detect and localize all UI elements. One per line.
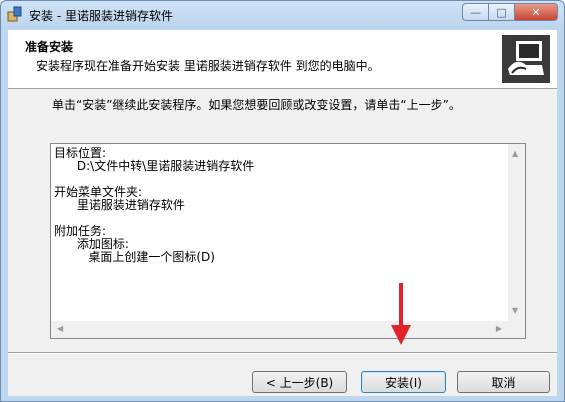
- install-button[interactable]: 安装(I): [361, 371, 446, 393]
- installer-box-icon: [7, 6, 23, 22]
- back-button[interactable]: < 上一步(B): [252, 371, 347, 393]
- vertical-scrollbar[interactable]: ▲ ▼: [508, 144, 525, 321]
- wizard-header: 准备安装 安装程序现在准备开始安装 里诺服装进销存软件 到您的电脑中。: [8, 30, 557, 89]
- window-controls: — □ ✕: [462, 3, 558, 23]
- minimize-button[interactable]: —: [462, 3, 489, 21]
- installer-window: 安装 - 里诺服装进销存软件 — □ ✕ 准备安装 安装程序现在准备开始安装 里…: [0, 0, 565, 402]
- page-subtitle: 安装程序现在准备开始安装 里诺服装进销存软件 到您的电脑中。: [36, 59, 380, 73]
- instruction-text: 单击“安装”继续此安装程序。如果您想要回顾或改变设置，请单击“上一步”。: [52, 98, 461, 112]
- window-title: 安装 - 里诺服装进销存软件: [29, 9, 173, 23]
- maximize-button[interactable]: □: [489, 3, 515, 21]
- cancel-button[interactable]: 取消: [457, 371, 550, 393]
- wizard-client-area: 准备安装 安装程序现在准备开始安装 里诺服装进销存软件 到您的电脑中。 单击“安…: [8, 30, 557, 396]
- footer-divider: [8, 352, 557, 354]
- install-summary-text: 目标位置: D:\文件中转\里诺服装进销存软件 开始菜单文件夹: 里诺服装进销存…: [54, 147, 255, 264]
- scroll-left-icon[interactable]: ◀: [57, 324, 63, 333]
- red-arrow-annotation: [391, 283, 411, 345]
- scroll-down-icon[interactable]: ▼: [512, 306, 518, 315]
- close-button[interactable]: ✕: [515, 3, 558, 21]
- computer-install-icon: [502, 35, 550, 83]
- page-title: 准备安装: [25, 40, 74, 54]
- scrollbar-corner: [508, 321, 525, 338]
- horizontal-scrollbar[interactable]: ◀ ▶: [51, 321, 508, 338]
- scroll-up-icon[interactable]: ▲: [512, 149, 518, 158]
- install-summary-box[interactable]: 目标位置: D:\文件中转\里诺服装进销存软件 开始菜单文件夹: 里诺服装进销存…: [50, 143, 526, 339]
- scroll-right-icon[interactable]: ▶: [496, 324, 502, 333]
- title-bar[interactable]: 安装 - 里诺服装进销存软件 — □ ✕: [1, 1, 564, 29]
